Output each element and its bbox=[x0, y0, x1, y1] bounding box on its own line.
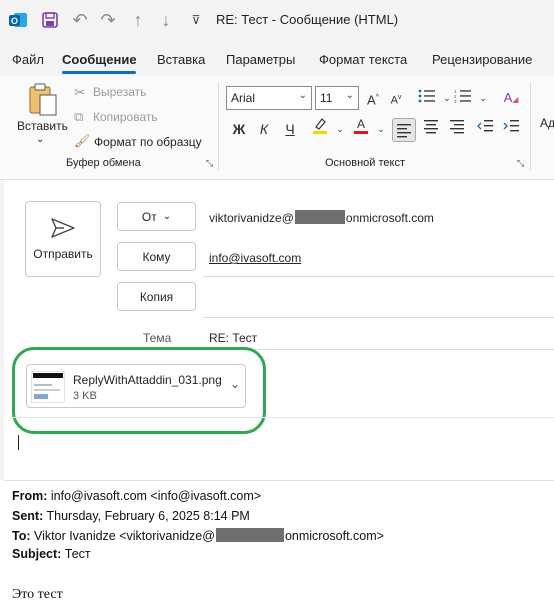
save-icon[interactable] bbox=[40, 10, 60, 30]
format-painter-button[interactable]: Формат по образцу bbox=[94, 135, 202, 149]
compose-bottom-border bbox=[4, 480, 554, 481]
basic-text-group-label: Основной текст bbox=[325, 157, 405, 169]
align-center-icon[interactable] bbox=[420, 118, 442, 140]
grow-font-icon[interactable]: A^ bbox=[362, 87, 384, 109]
menu-file[interactable]: Файл bbox=[12, 52, 44, 67]
paste-button[interactable]: Вставить bbox=[17, 119, 68, 133]
send-icon bbox=[51, 218, 75, 238]
active-tab-indicator bbox=[62, 71, 136, 74]
cut-icon: ✂ bbox=[74, 84, 86, 100]
message-body-text: Это тест bbox=[12, 587, 63, 602]
chevron-down-icon: ⌄ bbox=[345, 90, 354, 101]
to-field-underline bbox=[203, 276, 554, 277]
ribbon: Вставить ⌄ ✂ Вырезать ⧉ Копировать 🖌 Фор… bbox=[0, 76, 554, 180]
menu-message[interactable]: Сообщение bbox=[62, 52, 137, 67]
quoted-subject-line: Subject: Тест bbox=[12, 547, 91, 561]
from-button[interactable]: От ⌄ bbox=[117, 202, 196, 231]
menu-format-text[interactable]: Формат текста bbox=[319, 52, 407, 67]
up-icon[interactable]: ↑ bbox=[128, 10, 148, 30]
cc-button[interactable]: Копия bbox=[117, 282, 196, 311]
copy-button[interactable]: Копировать bbox=[93, 110, 158, 124]
bullets-icon[interactable] bbox=[416, 87, 438, 109]
align-right-icon[interactable] bbox=[446, 118, 468, 140]
font-color-icon[interactable]: A bbox=[350, 116, 372, 138]
clipboard-launcher-icon[interactable]: ⤡ bbox=[206, 158, 213, 169]
font-name-combo[interactable]: Arial ⌄ bbox=[226, 86, 312, 110]
to-recipient[interactable]: info@ivasoft.com bbox=[209, 251, 301, 265]
paste-dropdown-icon[interactable]: ⌄ bbox=[36, 134, 44, 145]
menu-insert[interactable]: Вставка bbox=[157, 52, 205, 67]
clipboard-group-label: Буфер обмена bbox=[66, 157, 141, 169]
font-size-value: 11 bbox=[320, 91, 333, 105]
quoted-subject-label: Subject: bbox=[12, 547, 62, 561]
from-address-local: viktorivanidze@ bbox=[209, 211, 294, 225]
clipboard-paste-icon[interactable] bbox=[26, 82, 60, 118]
quoted-sent-label: Sent: bbox=[12, 509, 44, 523]
svg-text:O: O bbox=[11, 16, 18, 26]
menu-options[interactable]: Параметры bbox=[226, 52, 295, 67]
align-left-button[interactable] bbox=[392, 118, 416, 142]
to-button[interactable]: Кому bbox=[117, 242, 196, 271]
window-title: RE: Тест - Сообщение (HTML) bbox=[216, 12, 399, 27]
ribbon-separator bbox=[530, 82, 531, 170]
undo-icon[interactable]: ↶ bbox=[70, 10, 90, 30]
from-address-domain: onmicrosoft.com bbox=[345, 211, 434, 225]
attachment-separator bbox=[12, 417, 554, 418]
quoted-to-domain: onmicrosoft.com> bbox=[284, 529, 384, 543]
chevron-down-icon[interactable]: ⌄ bbox=[329, 118, 351, 140]
text-cursor bbox=[18, 435, 19, 450]
ribbon-overflow-label: Ад bbox=[540, 116, 554, 130]
ribbon-separator bbox=[218, 82, 219, 170]
title-bar: O ↶ ↷ ↑ ↓ ⊽ RE: Тест - Сообщение (HTML) bbox=[0, 0, 554, 40]
from-address: viktorivanidze@ onmicrosoft.com bbox=[209, 210, 434, 225]
font-name-value: Arial bbox=[231, 91, 256, 105]
format-painter-icon: 🖌 bbox=[74, 133, 91, 148]
cc-field-underline bbox=[203, 317, 554, 318]
quoted-from-line: From: info@ivasoft.com <info@ivasoft.com… bbox=[12, 489, 261, 503]
highlight-callout bbox=[12, 347, 266, 434]
font-size-combo[interactable]: 11 ⌄ bbox=[315, 86, 359, 110]
svg-text:3: 3 bbox=[454, 99, 457, 103]
quoted-from-label: From: bbox=[12, 489, 48, 503]
quoted-sent-line: Sent: Thursday, February 6, 2025 8:14 PM bbox=[12, 509, 250, 523]
chevron-down-icon: ⌄ bbox=[298, 90, 307, 101]
chevron-down-icon: ⌄ bbox=[162, 211, 172, 222]
underline-button[interactable]: Ч bbox=[279, 118, 301, 140]
subject-label: Тема bbox=[143, 331, 172, 345]
redacted-block bbox=[294, 210, 345, 224]
decrease-indent-icon[interactable] bbox=[474, 118, 496, 140]
basic-text-launcher-icon[interactable]: ⤡ bbox=[517, 158, 524, 169]
numbering-icon[interactable]: 123 bbox=[452, 87, 474, 109]
menu-bar: Файл Сообщение Вставка Параметры Формат … bbox=[0, 40, 554, 76]
shrink-font-icon[interactable]: Av bbox=[385, 87, 407, 109]
menu-review[interactable]: Рецензирование bbox=[432, 52, 532, 67]
quoted-to-line: To: Viktor Ivanidze <viktorivanidze@ onmi… bbox=[12, 528, 384, 543]
bold-button[interactable]: Ж bbox=[228, 118, 250, 140]
quoted-sent-value: Thursday, February 6, 2025 8:14 PM bbox=[46, 509, 250, 523]
cut-button[interactable]: Вырезать bbox=[93, 85, 146, 99]
quoted-to-value: Viktor Ivanidze <viktorivanidze@ bbox=[34, 529, 215, 543]
quoted-to-label: To: bbox=[12, 529, 31, 543]
chevron-down-icon[interactable]: ⌄ bbox=[370, 118, 392, 140]
clear-formatting-icon[interactable]: A◢ bbox=[500, 87, 522, 109]
customize-icon[interactable]: ⊽ bbox=[186, 10, 206, 30]
subject-field[interactable]: RE: Тест bbox=[209, 331, 257, 345]
down-icon[interactable]: ↓ bbox=[156, 10, 176, 30]
outlook-icon: O bbox=[8, 10, 28, 30]
redo-icon[interactable]: ↷ bbox=[98, 10, 118, 30]
italic-button[interactable]: К bbox=[253, 118, 275, 140]
highlight-icon[interactable] bbox=[309, 116, 331, 138]
redacted-block bbox=[215, 528, 284, 542]
quoted-subject-value: Тест bbox=[64, 547, 91, 561]
send-button[interactable]: Отправить bbox=[25, 201, 101, 277]
compose-left-edge bbox=[0, 180, 4, 480]
chevron-down-icon[interactable]: ⌄ bbox=[472, 87, 494, 109]
quoted-from-value: info@ivasoft.com <info@ivasoft.com> bbox=[50, 489, 262, 503]
copy-icon: ⧉ bbox=[74, 109, 84, 124]
svg-text:A: A bbox=[357, 117, 365, 131]
send-label: Отправить bbox=[33, 247, 93, 261]
from-label: От bbox=[141, 209, 157, 224]
increase-indent-icon[interactable] bbox=[500, 118, 522, 140]
